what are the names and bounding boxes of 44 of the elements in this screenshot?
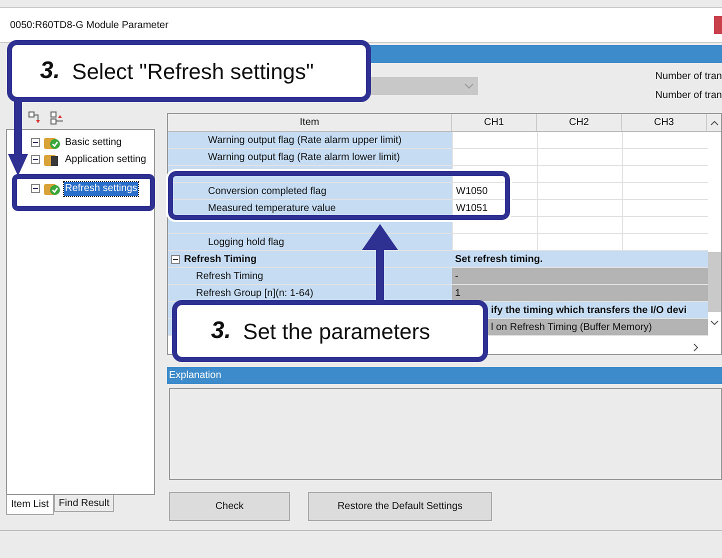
scrollbar-thumb[interactable] [708, 252, 721, 312]
setting-cell[interactable]: - [452, 268, 708, 284]
collapse-all-icon[interactable] [28, 111, 42, 125]
tab[interactable]: Item List [6, 495, 54, 515]
column-header[interactable]: CH3 [622, 114, 707, 131]
step-number: 3. [40, 56, 60, 86]
scroll-right-icon[interactable] [693, 342, 699, 352]
scroll-down-icon[interactable] [710, 320, 719, 326]
tree-item[interactable]: Application setting [64, 152, 148, 166]
close-button[interactable] [714, 16, 722, 34]
item-label: Refresh Timing [195, 270, 264, 284]
tree-item[interactable]: Basic setting [64, 136, 123, 150]
item-label: Measured temperature value [207, 202, 336, 216]
tree-item[interactable]: Refresh settings [64, 182, 138, 196]
info-label: Number of tran [655, 89, 722, 103]
group-label: Refresh Timing [184, 252, 257, 266]
setting-cell[interactable]: ify the timing which transfers the I/O devi [488, 302, 708, 318]
item-label: Conversion completed flag [207, 184, 326, 198]
column-header[interactable]: Item [168, 114, 452, 131]
window-title: 0050:R60TD8-G Module Parameter [9, 18, 168, 32]
folder-module-icon [43, 152, 61, 166]
column-header[interactable]: CH1 [452, 114, 537, 131]
item-label: Logging hold flag [207, 236, 284, 250]
step-number: 3. [211, 316, 232, 346]
setting-cell[interactable]: Set refresh timing. [452, 251, 708, 267]
action-button[interactable]: Restore the Default Settings [308, 492, 492, 521]
tab[interactable]: Find Result [54, 495, 114, 512]
column-header[interactable]: CH2 [537, 114, 622, 131]
item-label: Warning output flag (Rate alarm upper limit) [207, 134, 402, 148]
folder-check-icon [43, 182, 61, 196]
callout-text: Set the parameters [243, 318, 430, 346]
setting-cell[interactable]: 1 [452, 285, 708, 301]
folder-check-icon [43, 136, 61, 150]
expand-all-icon[interactable] [50, 111, 64, 125]
scroll-up-icon[interactable] [710, 120, 718, 126]
info-label: Number of tran [655, 70, 722, 84]
setting-cell[interactable]: l on Refresh Timing (Buffer Memory) [488, 319, 708, 335]
action-button[interactable]: Check [169, 492, 290, 521]
collapse-icon[interactable] [171, 254, 180, 264]
callout-text: Select "Refresh settings" [72, 58, 314, 86]
item-label: Refresh Group [n](n: 1-64) [195, 286, 314, 300]
explanation-header: Explanation [167, 367, 722, 384]
chevron-down-icon [464, 83, 474, 89]
item-label: Warning output flag (Rate alarm lower limit) [207, 150, 400, 164]
